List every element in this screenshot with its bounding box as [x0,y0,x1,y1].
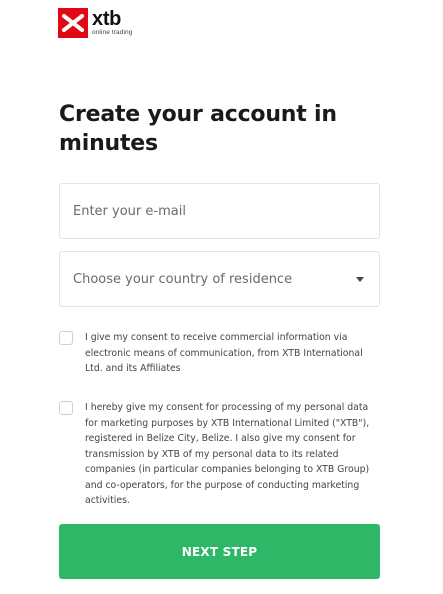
country-select[interactable]: Choose your country of residence [59,251,380,307]
next-step-button[interactable]: NEXT STEP [59,524,380,579]
consent-commercial-checkbox[interactable] [59,331,73,345]
brand-logo: xtb online trading [58,7,132,39]
email-field-container [59,183,380,239]
brand-name: xtb [92,8,122,31]
consent-commercial-label: I give my consent to receive commercial … [85,332,363,374]
consent-commercial-info: I give my consent to receive commercial … [59,330,381,377]
brand-tagline: online trading [92,29,133,37]
chevron-down-icon [356,276,364,282]
email-field[interactable] [60,184,379,238]
xtb-logo-icon [58,8,88,38]
consent-personal-data-label: I hereby give my consent for processing … [85,402,370,506]
consent-personal-data-checkbox[interactable] [59,401,73,415]
page-title: Create your account in minutes [59,102,337,156]
country-select-placeholder: Choose your country of residence [73,271,293,287]
consent-personal-data: I hereby give my consent for processing … [59,400,381,509]
